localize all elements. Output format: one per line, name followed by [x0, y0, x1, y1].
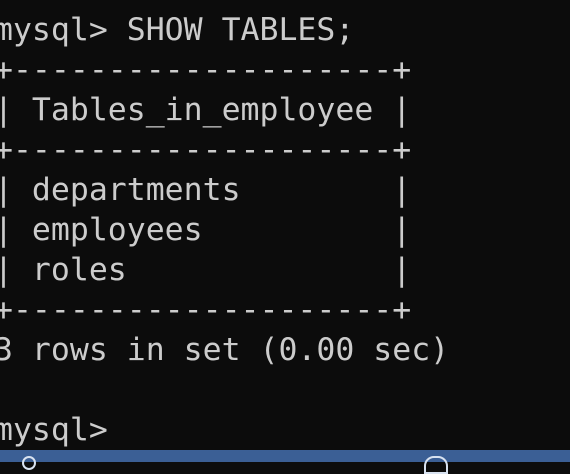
taskbar-tray-icon[interactable]	[424, 456, 448, 474]
table-header: | Tables_in_employee |	[0, 92, 412, 128]
table-border-mid: +--------------------+	[0, 132, 412, 168]
command-line: mysql> SHOW TABLES;	[0, 12, 355, 48]
result-summary: 3 rows in set (0.00 sec)	[0, 332, 450, 368]
table-border-top: +--------------------+	[0, 52, 412, 88]
table-row: | employees |	[0, 212, 412, 248]
terminal-output[interactable]: mysql> SHOW TABLES; +-------------------…	[0, 10, 449, 450]
mysql-prompt[interactable]: mysql>	[0, 410, 449, 450]
taskbar-app-icon[interactable]	[22, 456, 36, 470]
table-border-bottom: +--------------------+	[0, 292, 412, 328]
table-row: | roles |	[0, 252, 412, 288]
taskbar	[0, 450, 570, 474]
table-row: | departments |	[0, 172, 412, 208]
